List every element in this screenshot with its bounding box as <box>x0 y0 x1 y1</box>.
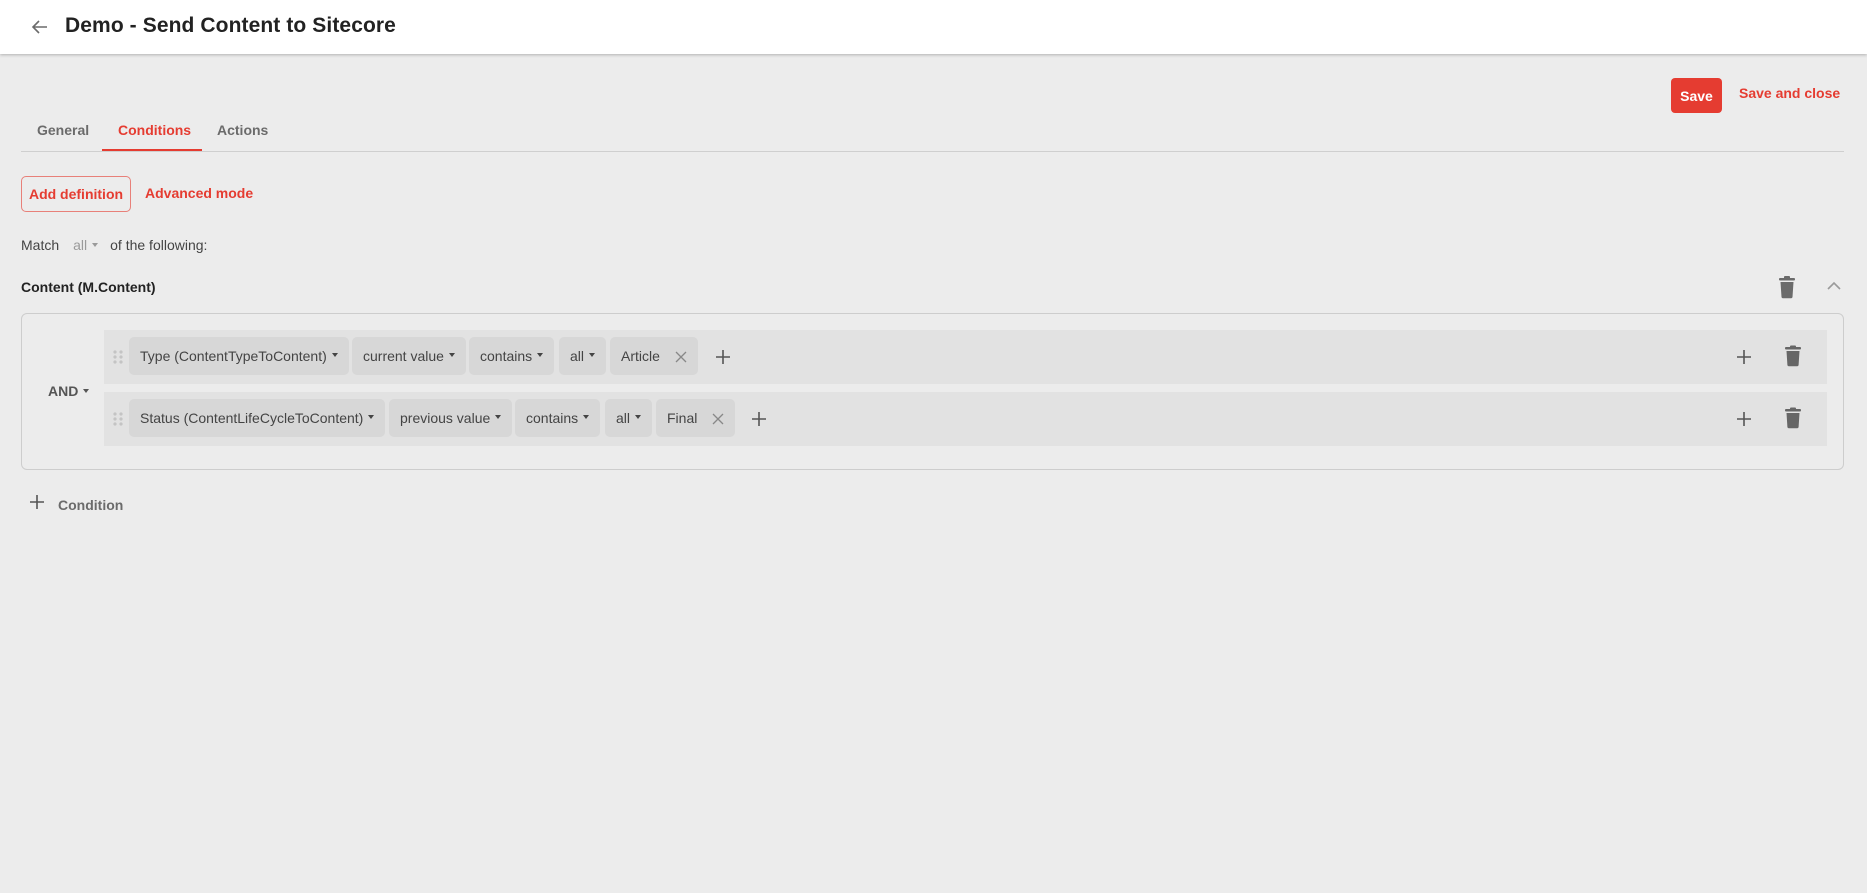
tab-actions[interactable]: Actions <box>217 122 268 138</box>
caret-down-icon <box>83 389 90 394</box>
match-suffix: of the following: <box>110 237 208 253</box>
match-prefix: Match <box>21 237 60 253</box>
logical-operator-value: AND <box>48 383 79 399</box>
caret-down-icon <box>583 415 590 419</box>
value-tag-label: Article <box>621 348 660 364</box>
caret-down-icon <box>368 415 375 419</box>
tab-conditions[interactable]: Conditions <box>118 122 191 138</box>
tab-general[interactable]: General <box>37 122 89 138</box>
save-button[interactable]: Save <box>1671 78 1722 113</box>
logical-operator-dropdown[interactable]: AND <box>48 383 90 399</box>
field-dropdown[interactable]: Status (ContentLifeCycleToContent) <box>129 399 386 437</box>
section-title: Content (M.Content) <box>21 279 156 295</box>
delete-row-trash-icon[interactable] <box>1784 345 1802 367</box>
page-title: Demo - Send Content to Sitecore <box>65 14 396 37</box>
add-row-plus-icon[interactable] <box>1735 348 1753 366</box>
quantifier-dropdown[interactable]: all <box>559 337 607 375</box>
caret-down-icon <box>589 353 596 357</box>
value-mode-value: current value <box>363 348 444 364</box>
active-tab-indicator <box>102 149 202 151</box>
add-value-plus-icon[interactable] <box>750 410 768 428</box>
back-arrow-icon[interactable] <box>28 15 52 39</box>
advanced-mode-link[interactable]: Advanced mode <box>145 185 253 201</box>
value-mode-dropdown[interactable]: current value <box>352 337 466 375</box>
field-value: Status (ContentLifeCycleToContent) <box>140 410 364 426</box>
plus-icon <box>29 494 45 515</box>
remove-value-close-icon[interactable] <box>712 412 724 425</box>
value-tag: Final <box>656 399 736 437</box>
caret-down-icon <box>92 243 99 248</box>
match-quantifier-value: all <box>73 237 88 253</box>
save-and-close-button[interactable]: Save and close <box>1739 85 1840 101</box>
caret-down-icon <box>331 353 338 357</box>
caret-down-icon <box>495 415 502 419</box>
quantifier-value: all <box>570 348 585 364</box>
app-header: Demo - Send Content to Sitecore <box>0 0 1867 54</box>
tab-bar: General Conditions Actions <box>21 112 1844 152</box>
quantifier-dropdown[interactable]: all <box>605 399 653 437</box>
value-tag-label: Final <box>667 410 698 426</box>
comparator-dropdown[interactable]: contains <box>469 337 555 375</box>
caret-down-icon <box>635 415 642 419</box>
add-condition-button[interactable]: Condition <box>29 494 123 515</box>
caret-down-icon <box>537 353 544 357</box>
collapse-chevron-up-icon[interactable] <box>1825 278 1843 294</box>
remove-value-close-icon[interactable] <box>675 350 687 363</box>
condition-row: Type (ContentTypeToContent) current valu… <box>104 330 1827 384</box>
caret-down-icon <box>448 353 455 357</box>
add-condition-label: Condition <box>58 496 124 513</box>
drag-handle-icon[interactable] <box>112 349 124 365</box>
add-value-plus-icon[interactable] <box>714 348 732 366</box>
field-value: Type (ContentTypeToContent) <box>140 348 327 364</box>
drag-handle-icon[interactable] <box>112 411 124 427</box>
delete-row-trash-icon[interactable] <box>1784 407 1802 429</box>
add-row-plus-icon[interactable] <box>1735 410 1753 428</box>
condition-row: Status (ContentLifeCycleToContent) previ… <box>104 392 1827 446</box>
value-tag: Article <box>610 337 698 375</box>
add-definition-button[interactable]: Add definition <box>21 176 131 212</box>
match-row: Match all of the following: <box>21 237 207 253</box>
quantifier-value: all <box>616 410 631 426</box>
comparator-value: contains <box>526 410 579 426</box>
value-mode-value: previous value <box>400 410 491 426</box>
match-quantifier-dropdown[interactable]: all <box>73 237 99 253</box>
comparator-dropdown[interactable]: contains <box>515 399 601 437</box>
field-dropdown[interactable]: Type (ContentTypeToContent) <box>129 337 349 375</box>
comparator-value: contains <box>480 348 533 364</box>
value-mode-dropdown[interactable]: previous value <box>389 399 513 437</box>
delete-section-trash-icon[interactable] <box>1776 275 1798 299</box>
